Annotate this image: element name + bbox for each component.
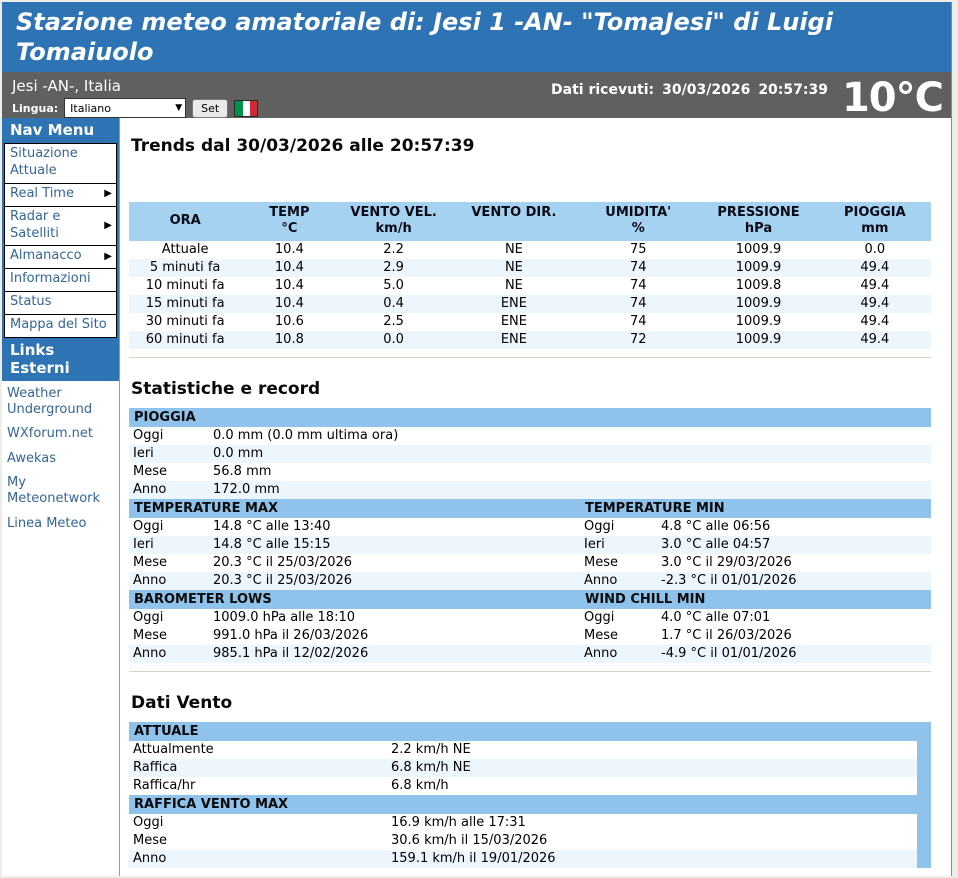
submenu-arrow-icon: ▶ bbox=[104, 189, 112, 199]
table-row: Anno172.0 mm bbox=[129, 481, 931, 499]
table-row: 5 minuti fa10.42.9NE741009.949.4 bbox=[129, 259, 931, 277]
table-row: Attuale10.42.2NE751009.90.0 bbox=[129, 241, 931, 259]
link-linea-meteo[interactable]: Linea Meteo bbox=[7, 516, 114, 532]
nav-menu-panel: Nav Menu Situazione Attuale Real Time ▶ … bbox=[2, 118, 119, 381]
language-selected-value: Italiano bbox=[70, 102, 111, 115]
external-links-title: Links Esterni bbox=[2, 338, 119, 381]
wind-heading: Dati Vento bbox=[131, 693, 931, 713]
table-row: Oggi0.0 mm (0.0 mm ultima ora) bbox=[129, 427, 931, 445]
nav-menu-title: Nav Menu bbox=[2, 118, 119, 143]
table-row: Oggi1009.0 hPa alle 18:10Oggi4.0 °C alle… bbox=[129, 609, 931, 627]
trends-table: ORA TEMP°C VENTO VEL.km/h VENTO DIR. UMI… bbox=[129, 202, 931, 349]
link-weather-underground[interactable]: Weather Underground bbox=[7, 386, 114, 417]
received-label: Dati ricevuti: bbox=[551, 82, 654, 98]
table-row: Ieri0.0 mm bbox=[129, 445, 931, 463]
sidebar-item-radar-e-satelliti[interactable]: Radar e Satelliti ▶ bbox=[4, 206, 117, 247]
table-row: Anno20.3 °C il 25/03/2026Anno-2.3 °C il … bbox=[129, 572, 931, 590]
table-row: Oggi16.9 km/h alle 17:31 bbox=[129, 814, 931, 832]
sidebar-item-real-time[interactable]: Real Time ▶ bbox=[4, 183, 117, 207]
table-row: 30 minuti fa10.62.5ENE741009.949.4 bbox=[129, 313, 931, 331]
table-row: Mese30.6 km/h il 15/03/2026 bbox=[129, 832, 931, 850]
divider bbox=[129, 357, 931, 358]
language-select[interactable]: Italiano ▼ bbox=[64, 98, 186, 118]
sidebar-item-situazione-attuale[interactable]: Situazione Attuale bbox=[4, 143, 117, 184]
table-row: Oggi14.8 °C alle 13:40Oggi4.8 °C alle 06… bbox=[129, 518, 931, 536]
main-content: Trends dal 30/03/2026 alle 20:57:39 ORA … bbox=[120, 118, 951, 876]
page: Stazione meteo amatoriale di: Jesi 1 -AN… bbox=[2, 2, 952, 876]
col-umidita: UMIDITA'% bbox=[578, 202, 698, 241]
barometer-table: BAROMETER LOWS WIND CHILL MIN Oggi1009.0… bbox=[129, 590, 931, 663]
section-bar-attuale: ATTUALE bbox=[129, 722, 931, 741]
sidebar: Nav Menu Situazione Attuale Real Time ▶ … bbox=[2, 118, 120, 876]
pioggia-table: PIOGGIA Oggi0.0 mm (0.0 mm ultima ora) I… bbox=[129, 408, 931, 499]
chevron-down-icon: ▼ bbox=[175, 103, 182, 113]
table-row: Mese991.0 hPa il 26/03/2026Mese1.7 °C il… bbox=[129, 627, 931, 645]
section-bar-temp-max: TEMPERATURE MAX bbox=[129, 499, 580, 518]
wind-table: ATTUALE Attualmente2.2 km/h NE Raffica6.… bbox=[129, 722, 931, 868]
table-row: 60 minuti fa10.80.0ENE721009.949.4 bbox=[129, 331, 931, 349]
link-my-meteonetwork[interactable]: My Meteonetwork bbox=[7, 475, 114, 506]
language-label: Lingua: bbox=[12, 102, 58, 115]
col-ora: ORA bbox=[129, 202, 241, 241]
site-title: Stazione meteo amatoriale di: Jesi 1 -AN… bbox=[16, 7, 931, 67]
divider bbox=[129, 671, 931, 672]
link-wxforum[interactable]: WXforum.net bbox=[7, 426, 114, 442]
section-bar-barometer-lows: BAROMETER LOWS bbox=[129, 590, 580, 609]
col-vento-dir: VENTO DIR. bbox=[450, 202, 578, 241]
section-bar-wind-chill-min: WIND CHILL MIN bbox=[580, 590, 931, 609]
section-bar-pioggia: PIOGGIA bbox=[129, 408, 931, 427]
link-awekas[interactable]: Awekas bbox=[7, 451, 114, 467]
table-row: Mese56.8 mm bbox=[129, 463, 931, 481]
section-bar-raffica-vento-max: RAFFICA VENTO MAX bbox=[129, 795, 931, 814]
table-row: Ieri14.8 °C alle 15:15Ieri3.0 °C alle 04… bbox=[129, 536, 931, 554]
submenu-arrow-icon: ▶ bbox=[104, 252, 112, 262]
sidebar-item-status[interactable]: Status bbox=[4, 291, 117, 315]
received-time: 20:57:39 bbox=[758, 82, 828, 98]
section-bar-temp-min: TEMPERATURE MIN bbox=[580, 499, 931, 518]
stats-heading: Statistiche e record bbox=[131, 379, 931, 399]
sidebar-item-mappa-del-sito[interactable]: Mappa del Sito bbox=[4, 314, 117, 338]
sidebar-item-almanacco[interactable]: Almanacco ▶ bbox=[4, 245, 117, 269]
table-row: Anno985.1 hPa il 12/02/2026Anno-4.9 °C i… bbox=[129, 645, 931, 663]
trends-heading: Trends dal 30/03/2026 alle 20:57:39 bbox=[131, 136, 931, 156]
table-row: Raffica6.8 km/h NE bbox=[129, 759, 931, 777]
table-row: Anno159.1 km/h il 19/01/2026 bbox=[129, 850, 931, 868]
received-date: 30/03/2026 bbox=[662, 82, 750, 98]
col-pioggia: PIOGGIAmm bbox=[819, 202, 931, 241]
sidebar-item-informazioni[interactable]: Informazioni bbox=[4, 268, 117, 292]
submenu-arrow-icon: ▶ bbox=[104, 221, 112, 231]
col-temp: TEMP°C bbox=[241, 202, 337, 241]
temperature-table: TEMPERATURE MAX TEMPERATURE MIN Oggi14.8… bbox=[129, 499, 931, 590]
external-links: Weather Underground WXforum.net Awekas M… bbox=[2, 381, 119, 531]
current-temperature: 10°C bbox=[842, 79, 943, 117]
table-row: Mese20.3 °C il 25/03/2026Mese3.0 °C il 2… bbox=[129, 554, 931, 572]
station-location: Jesi -AN-, Italia bbox=[12, 77, 258, 95]
table-row: Raffica/hr6.8 km/h bbox=[129, 777, 931, 795]
masthead: Stazione meteo amatoriale di: Jesi 1 -AN… bbox=[2, 2, 951, 72]
table-row: 10 minuti fa10.45.0NE741009.849.4 bbox=[129, 277, 931, 295]
data-received: Dati ricevuti: 30/03/2026 20:57:39 bbox=[551, 82, 828, 98]
table-row: 15 minuti fa10.40.4ENE741009.949.4 bbox=[129, 295, 931, 313]
set-language-button[interactable]: Set bbox=[192, 99, 228, 118]
col-pressione: PRESSIONEhPa bbox=[698, 202, 818, 241]
table-row: Attualmente2.2 km/h NE bbox=[129, 741, 931, 759]
col-vento-vel: VENTO VEL.km/h bbox=[338, 202, 450, 241]
italy-flag-icon bbox=[234, 100, 258, 117]
topbar: Jesi -AN-, Italia Lingua: Italiano ▼ Set… bbox=[2, 72, 951, 118]
